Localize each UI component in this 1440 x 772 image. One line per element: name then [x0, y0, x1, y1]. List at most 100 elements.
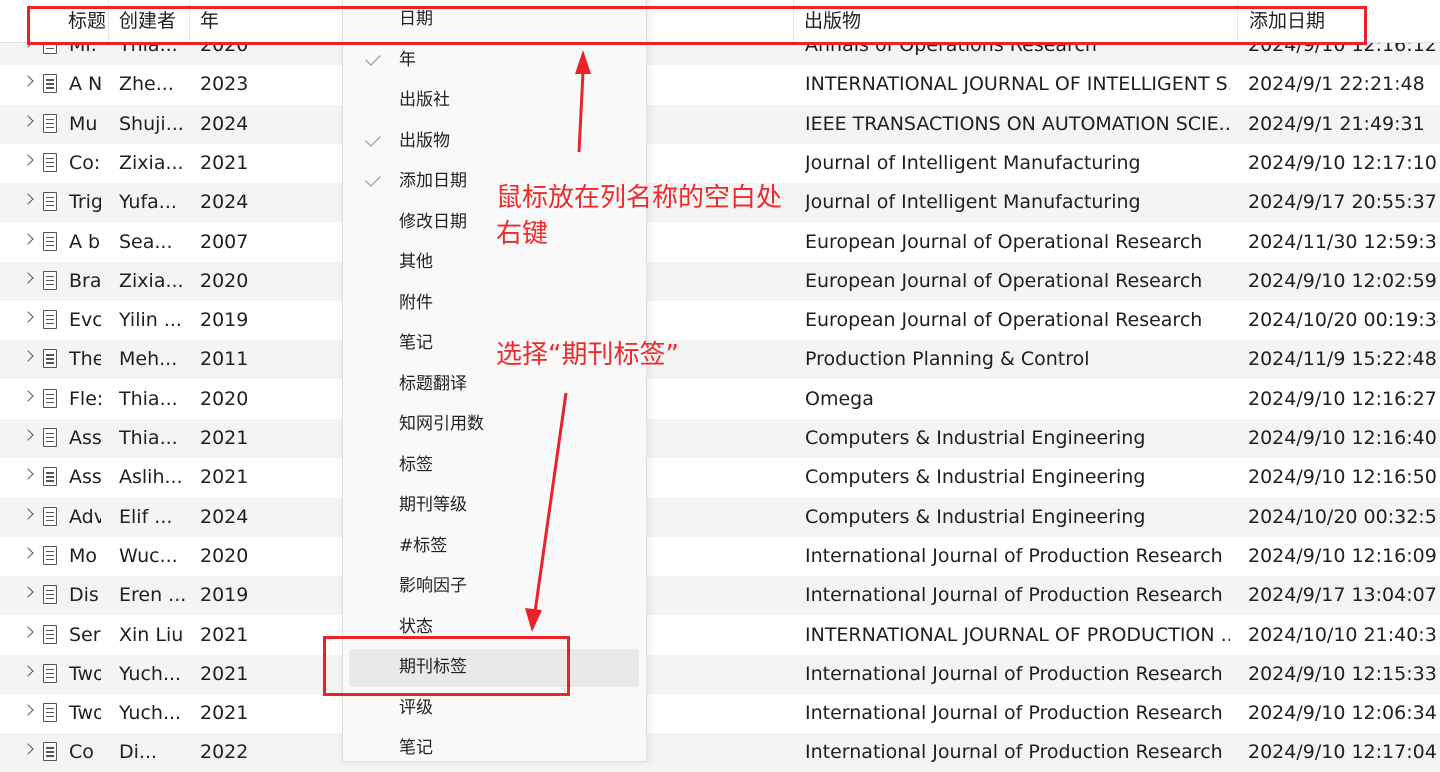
chevron-right-icon[interactable]: [22, 311, 34, 323]
cell-year: 2021: [200, 151, 249, 174]
table-row[interactable]: Ass Thia... 2021 Computers & Industrial Eng…: [0, 419, 1440, 458]
cell-date-added: 2024/9/1 21:49:31: [1248, 112, 1425, 135]
cell-year: 2021: [200, 427, 249, 449]
cell-creator: Shuji...: [119, 112, 184, 135]
cell-year: 2021: [200, 662, 249, 685]
cell-creator: Di...: [119, 741, 158, 764]
cell-date-added: 2024/10/20 00:32:51: [1248, 505, 1438, 528]
menu-item[interactable]: 出版物: [343, 121, 646, 161]
cell-date-added: 2024/9/10 12:16:27: [1248, 387, 1437, 410]
cell-creator: Yuch...: [119, 702, 182, 725]
table-row[interactable]: Dis Eren ... 2019 International Journal of …: [0, 576, 1440, 616]
menu-item[interactable]: 年: [343, 40, 646, 80]
table-row[interactable]: Co: Zixia... 2021 Journal of Intelligent Ma…: [0, 144, 1440, 183]
cell-title: A N: [69, 73, 101, 96]
chevron-right-icon[interactable]: [22, 429, 34, 441]
cell-year: 2020: [200, 269, 249, 292]
menu-item[interactable]: 影响因子: [343, 566, 646, 606]
table-row[interactable]: Ass Aslih... 2021 Computers & Industrial En…: [0, 458, 1440, 497]
table-row[interactable]: A N Zhe... 2023 INTERNATIONAL JOURNAL OF IN…: [0, 65, 1440, 104]
menu-item-label: 影响因子: [399, 576, 467, 596]
cell-year: 2020: [200, 544, 249, 567]
cell-publication: International Journal of Production Rese…: [805, 741, 1223, 764]
cell-title: Dis: [69, 584, 99, 607]
menu-item[interactable]: 标签: [343, 445, 646, 485]
table-row[interactable]: Evc Yilin ... 2019 European Journal of Oper…: [0, 301, 1440, 340]
checkmark-icon: [365, 130, 381, 147]
chevron-right-icon[interactable]: [22, 586, 34, 598]
cell-date-added: 2024/11/30 12:59:36: [1248, 230, 1438, 253]
cell-date-added: 2024/9/10 12:06:34: [1248, 702, 1437, 725]
menu-item-label: 知网引用数: [399, 414, 484, 434]
menu-item[interactable]: 附件: [343, 283, 646, 323]
cell-title: Co: [69, 741, 94, 764]
cell-creator: Zixia...: [119, 151, 184, 174]
menu-item-label: 出版社: [399, 90, 450, 110]
cell-creator: Yilin ...: [119, 309, 182, 332]
table-row[interactable]: Bra Zixia... 2020 European Journal of Opera…: [0, 261, 1440, 301]
table-row[interactable]: Adv Elif ... 2024 Computers & Industrial En…: [0, 497, 1440, 537]
menu-item[interactable]: 知网引用数: [343, 404, 646, 444]
chevron-right-icon[interactable]: [22, 390, 34, 402]
chevron-right-icon[interactable]: [22, 625, 34, 638]
cell-year: 2023: [200, 73, 249, 96]
table-row[interactable]: Two Yuch... 2021 International Journal of P…: [0, 654, 1440, 694]
table-row[interactable]: Ser Xin Liu 2021 INTERNATIONAL JOURNAL OF P…: [0, 616, 1440, 655]
table-row[interactable]: The Meh... 2011 Production Planning & Contr…: [0, 340, 1440, 380]
chevron-right-icon[interactable]: [22, 193, 34, 205]
cell-publication: Omega: [805, 387, 874, 410]
table-row[interactable]: Fle: Thia... 2020 Omega 2024/9/10 12:16:27: [0, 380, 1440, 419]
menu-item[interactable]: 期刊等级: [343, 485, 646, 525]
chevron-right-icon[interactable]: [22, 75, 34, 87]
cell-date-added: 2024/9/1 22:21:48: [1248, 73, 1425, 96]
cell-publication: Computers & Industrial Engineering: [805, 466, 1146, 489]
cell-creator: Yuch...: [119, 662, 182, 685]
chevron-right-icon[interactable]: [22, 350, 34, 363]
chevron-right-icon[interactable]: [22, 154, 34, 166]
cell-year: 2022: [200, 741, 249, 764]
cell-year: 2020: [200, 387, 249, 410]
chevron-right-icon[interactable]: [22, 507, 34, 520]
chevron-right-icon[interactable]: [22, 704, 34, 716]
chevron-right-icon[interactable]: [22, 232, 34, 245]
cell-title: Trig: [69, 191, 101, 214]
cell-title: Ass: [69, 466, 101, 489]
cell-year: 2024: [200, 112, 249, 135]
cell-title: Mo: [69, 544, 98, 567]
menu-item[interactable]: #标签: [343, 526, 646, 566]
cell-year: 2021: [200, 623, 249, 646]
cell-date-added: 2024/11/9 15:22:48: [1248, 348, 1437, 371]
document-icon: [43, 310, 57, 330]
menu-item[interactable]: 笔记: [343, 728, 646, 768]
cell-creator: Eren ...: [119, 584, 185, 607]
menu-item-label: 年: [399, 49, 416, 70]
chevron-right-icon[interactable]: [22, 468, 34, 480]
menu-item[interactable]: 出版社: [343, 80, 646, 120]
zotero-item-list: Mi: Thia... 2020 Annals of Operations Resea…: [0, 0, 1440, 772]
chevron-right-icon[interactable]: [22, 547, 34, 559]
annotation-menu-item-highlight-box: [323, 636, 570, 696]
cell-title: Adv: [69, 505, 101, 528]
cell-publication: Production Planning & Control: [805, 348, 1090, 371]
annotation-line-1: 鼠标放在列名称的空白处: [496, 183, 783, 213]
menu-item-label: 期刊等级: [399, 495, 467, 515]
cell-year: 2021: [200, 466, 249, 489]
table-row[interactable]: Mu Shuji... 2024 IEEE TRANSACTIONS ON AUTOM…: [0, 104, 1440, 144]
table-row[interactable]: Two Yuch... 2021 International Journal of P…: [0, 694, 1440, 733]
chevron-right-icon[interactable]: [22, 272, 34, 284]
chevron-right-icon[interactable]: [22, 114, 34, 127]
cell-title: Ser: [69, 623, 101, 646]
annotation-choose-text: 选择“期刊标签”: [496, 340, 679, 370]
cell-publication: International Journal of Production Rese…: [805, 544, 1223, 567]
table-row[interactable]: Co Di... 2022 International Journal of Prod…: [0, 733, 1440, 772]
cell-creator: Yufa...: [119, 191, 177, 214]
chevron-right-icon[interactable]: [22, 743, 34, 756]
menu-item-label: 出版物: [399, 130, 450, 151]
annotation-header-highlight-box: [27, 6, 1367, 45]
cell-title: Bra: [69, 269, 101, 292]
chevron-right-icon[interactable]: [22, 665, 34, 677]
document-icon: [43, 703, 57, 723]
table-row[interactable]: Mo Wuc... 2020 International Journal of Pro…: [0, 537, 1440, 576]
cell-title: The: [69, 348, 101, 371]
document-icon: [43, 74, 57, 94]
